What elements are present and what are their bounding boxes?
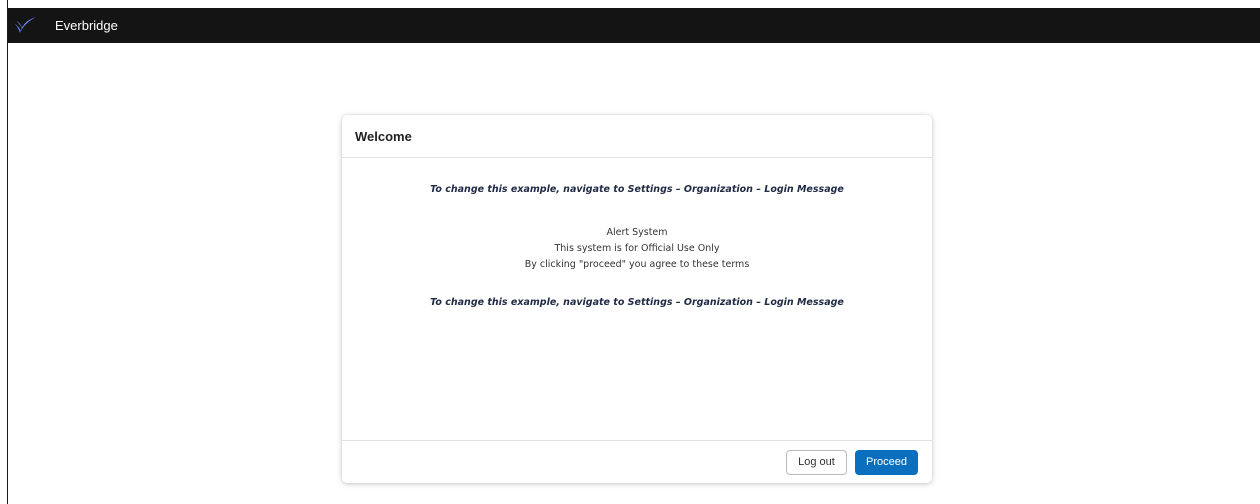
welcome-dialog: Welcome To change this example, navigate… xyxy=(342,115,932,483)
message-line: By clicking "proceed" you agree to these… xyxy=(524,259,750,270)
page-frame: Everbridge Welcome To change this exampl… xyxy=(0,0,1260,504)
login-message-instruction-top: To change this example, navigate to Sett… xyxy=(430,184,844,195)
proceed-button[interactable]: Proceed xyxy=(855,449,918,475)
login-message-text: Alert System This system is for Official… xyxy=(342,225,932,273)
message-line: This system is for Official Use Only xyxy=(554,243,720,254)
dialog-footer: Log out Proceed xyxy=(342,440,932,483)
everbridge-bird-icon[interactable] xyxy=(11,15,37,37)
brand-name: Everbridge xyxy=(55,18,118,33)
dialog-header: Welcome xyxy=(342,115,932,158)
logout-button[interactable]: Log out xyxy=(786,449,847,475)
top-margin xyxy=(0,0,1260,8)
message-line: Alert System xyxy=(606,227,668,238)
dialog-body: To change this example, navigate to Sett… xyxy=(342,159,932,440)
dialog-title: Welcome xyxy=(355,128,412,144)
top-navigation-bar: Everbridge xyxy=(8,8,1260,43)
login-message-instruction-bottom: To change this example, navigate to Sett… xyxy=(430,297,844,308)
left-window-edge xyxy=(0,0,8,504)
